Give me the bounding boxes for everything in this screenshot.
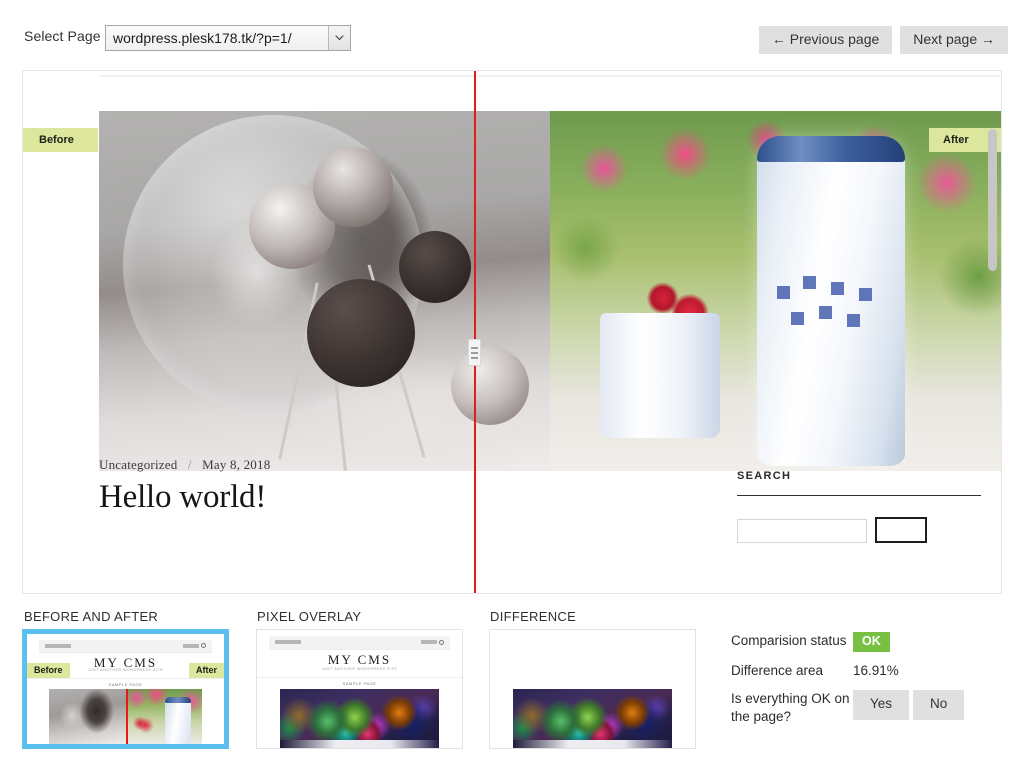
everything-ok-row: Is everything OK on the page? Yes No xyxy=(731,690,1021,726)
page-select[interactable]: wordpress.plesk178.tk/?p=1/ xyxy=(105,25,351,51)
post-date: May 8, 2018 xyxy=(202,457,271,472)
mini-divider-line xyxy=(125,689,128,744)
mini-nav-chip xyxy=(44,643,71,648)
milk-bottle-shape xyxy=(757,136,906,467)
viewport-scrollbar[interactable] xyxy=(988,71,999,593)
search-icon xyxy=(201,643,207,649)
next-page-button[interactable]: Next page → xyxy=(900,26,1008,55)
hero-image-comparison xyxy=(99,111,1001,471)
mini-bottle-shape xyxy=(165,696,192,744)
mini-before-image xyxy=(48,689,126,744)
search-widget-title: SEARCH xyxy=(737,470,792,482)
difference-area-value: 16.91% xyxy=(853,663,899,678)
page-select-value: wordpress.plesk178.tk/?p=1/ xyxy=(113,30,292,46)
mini-hero-comparison xyxy=(48,689,203,744)
bottle-dot xyxy=(847,314,861,328)
search-widget-divider xyxy=(737,495,981,496)
mini-before-badge: Before xyxy=(27,662,70,678)
mini-difference-strip xyxy=(512,739,673,748)
mini-after-badge: After xyxy=(188,662,224,678)
drag-handle-icon[interactable] xyxy=(468,339,481,366)
toolbar: Select Page wordpress.plesk178.tk/?p=1/ … xyxy=(0,0,1024,70)
mini-overlay-strip xyxy=(279,739,440,748)
post-meta: Uncategorized / May 8, 2018 xyxy=(99,457,270,473)
yes-button[interactable]: Yes xyxy=(853,690,910,720)
search-input[interactable] xyxy=(737,519,867,543)
page-top-strip xyxy=(99,75,1001,77)
after-image xyxy=(550,111,1001,471)
mini-page xyxy=(490,630,695,748)
comparison-info-panel: Comparision status OK Difference area 16… xyxy=(731,632,1021,736)
everything-ok-label: Is everything OK on the page? xyxy=(731,691,850,724)
cake-pop xyxy=(307,279,415,387)
post-title: Hello world! xyxy=(99,479,267,515)
mini-difference-image xyxy=(512,689,673,748)
before-image xyxy=(99,111,550,471)
bottle-neck xyxy=(757,136,906,163)
mini-page: MY CMS JUST ANOTHER WORDPRESS SITE SAMPL… xyxy=(27,634,224,744)
search-submit-button[interactable] xyxy=(875,517,927,543)
speckled-can-shape xyxy=(599,312,720,438)
difference-area-row: Difference area 16.91% xyxy=(731,662,1021,680)
bottle-dot xyxy=(777,286,791,300)
mini-nav-chip xyxy=(275,640,302,645)
mini-nav: SAMPLE PAGE xyxy=(27,678,224,687)
no-button[interactable]: No xyxy=(913,690,965,720)
bottle-dot xyxy=(791,312,805,326)
bottle-dot xyxy=(859,288,873,302)
thumbnail-pixel-overlay[interactable]: MY CMS JUST ANOTHER WORDPRESS SITE SAMPL… xyxy=(256,629,463,749)
thumbnail-before-and-after[interactable]: MY CMS JUST ANOTHER WORDPRESS SITE SAMPL… xyxy=(22,629,229,749)
bottle-dot xyxy=(831,282,845,296)
mini-tagline: JUST ANOTHER WORDPRESS SITE xyxy=(321,666,398,671)
bottle-dot xyxy=(803,276,817,290)
everything-ok-controls: Yes No xyxy=(853,690,965,720)
comparison-status-label: Comparision status xyxy=(731,633,847,648)
mini-nav: SAMPLE PAGE xyxy=(257,677,462,686)
status-badge: OK xyxy=(853,632,890,652)
mini-site-topbar xyxy=(38,639,213,653)
rendered-page: Uncategorized / May 8, 2018 Hello world!… xyxy=(23,71,1001,593)
mini-search-chip xyxy=(420,640,437,645)
comparison-status-row: Comparision status OK xyxy=(731,632,1021,652)
comparison-viewport[interactable]: Uncategorized / May 8, 2018 Hello world!… xyxy=(22,70,1002,594)
viewport-scrollbar-thumb[interactable] xyxy=(988,129,997,271)
before-badge: Before xyxy=(23,128,98,152)
panel-title-pixel-overlay: PIXEL OVERLAY xyxy=(257,609,362,624)
post-category: Uncategorized xyxy=(99,457,178,472)
post-meta-separator: / xyxy=(187,457,192,472)
search-icon xyxy=(438,639,444,645)
bottle-dot xyxy=(819,306,833,320)
cake-pop xyxy=(313,147,393,227)
mini-after-image xyxy=(125,689,203,744)
cake-pop xyxy=(399,231,471,303)
thumbnail-difference[interactable] xyxy=(489,629,696,749)
comparison-divider-line xyxy=(474,71,476,593)
mini-site-topbar xyxy=(269,635,450,651)
select-page-label: Select Page xyxy=(24,28,101,44)
chevron-down-icon[interactable] xyxy=(328,26,350,50)
mini-overlay-image xyxy=(279,689,440,748)
previous-page-button[interactable]: ← Previous page xyxy=(758,26,893,55)
pagination-controls: ← Previous page Next page → xyxy=(758,26,1008,55)
mini-page: MY CMS JUST ANOTHER WORDPRESS SITE SAMPL… xyxy=(257,630,462,748)
panel-title-before-and-after: BEFORE AND AFTER xyxy=(24,609,159,624)
panel-title-difference: DIFFERENCE xyxy=(490,609,577,624)
cake-pop xyxy=(451,347,529,425)
difference-area-label: Difference area xyxy=(731,663,824,678)
mini-search-chip xyxy=(183,643,200,648)
